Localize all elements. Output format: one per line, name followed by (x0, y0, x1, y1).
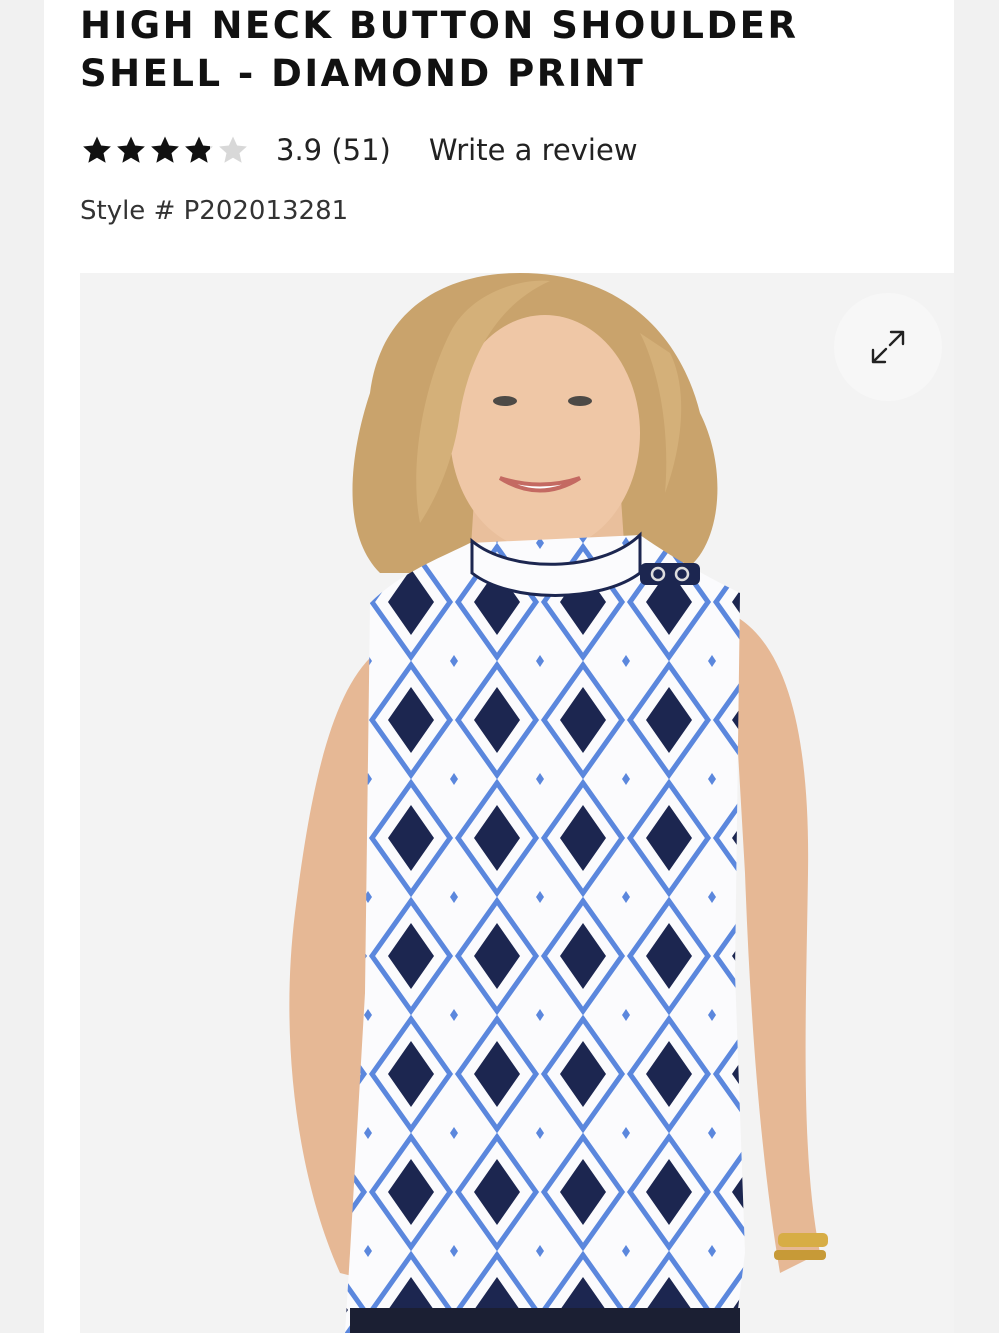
product-page: HIGH NECK BUTTON SHOULDER SHELL - DIAMON… (44, 0, 954, 1333)
product-title-line-2: SHELL - DIAMOND PRINT (80, 52, 646, 95)
rating-row: 3.9 (51) Write a review (80, 126, 638, 174)
star-icon (151, 136, 179, 163)
product-title: HIGH NECK BUTTON SHOULDER SHELL - DIAMON… (80, 2, 940, 98)
star-rating[interactable] (80, 133, 250, 167)
star-empty-icon (219, 136, 247, 163)
product-image[interactable] (80, 273, 954, 1333)
style-number: P202013281 (183, 196, 349, 226)
star-icon (117, 136, 145, 163)
expand-arrows-icon (871, 330, 905, 364)
product-title-line-1: HIGH NECK BUTTON SHOULDER (80, 4, 799, 47)
write-review-link[interactable]: Write a review (429, 133, 638, 167)
expand-image-button[interactable] (834, 293, 942, 401)
rating-summary: 3.9 (51) (276, 133, 391, 167)
style-label: Style # (80, 196, 176, 226)
style-number-row: Style # P202013281 (80, 196, 348, 226)
star-icon (185, 136, 213, 163)
star-icon (83, 136, 111, 163)
rating-value: 3.9 (276, 133, 323, 167)
review-count: (51) (331, 133, 391, 167)
product-photo (80, 273, 954, 1333)
